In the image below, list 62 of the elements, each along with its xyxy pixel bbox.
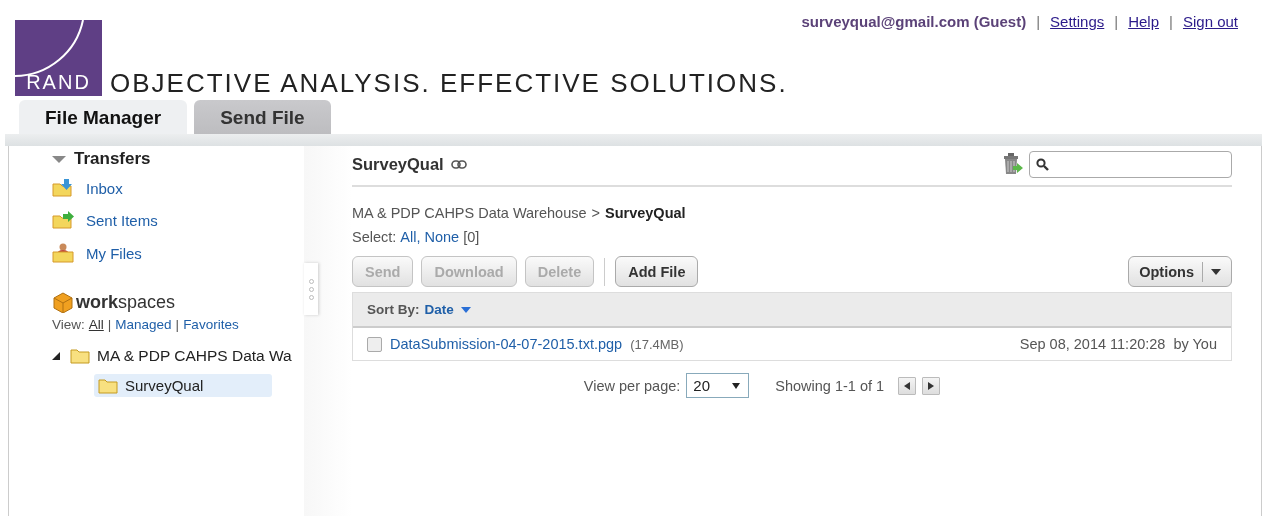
sort-label: Sort By: [367,302,420,317]
tree-item[interactable]: SurveyQual [94,374,272,397]
file-name-link[interactable]: DataSubmission-04-07-2015.txt.pgp [390,336,623,352]
left-triangle-icon [904,381,911,390]
workspaces-title: workspaces [76,291,176,313]
next-page-button[interactable] [922,376,941,395]
header-link[interactable]: Help [1128,13,1160,35]
options-button[interactable]: Options [1128,256,1232,287]
sidebar-item[interactable]: Inbox [52,179,304,197]
link-separator: | [1114,13,1119,32]
link-separator: | [1036,13,1041,32]
expand-arrow-icon[interactable] [52,352,60,360]
page-status: Showing 1-1 of 1 [775,377,885,394]
logo: RAND [15,20,102,96]
header-link[interactable]: Sign out [1182,13,1238,35]
account-label: surveyqual@gmail.com (Guest) [801,13,1027,32]
link-separator: | [1169,13,1173,32]
link-separator: | [175,317,180,332]
selected-count: [0] [463,229,480,245]
folder-title: SurveyQual [352,154,444,174]
folder-icon [98,377,118,394]
checkbox[interactable] [367,336,382,352]
breadcrumb-link[interactable]: MA & PDP CAHPS Data Warehouse [352,205,587,221]
right-triangle-icon [928,381,935,390]
tab[interactable]: File Manager [19,100,188,134]
resize-handle[interactable] [304,263,318,315]
view-filter-link[interactable]: Managed [115,317,172,332]
per-page-label: View per page: [583,377,681,394]
breadcrumb-separator: > [591,205,600,221]
tagline: OBJECTIVE ANALYSIS. EFFECTIVE SOLUTIONS. [110,70,788,96]
file-size: (17.4MB) [630,336,684,352]
select-none-link[interactable]: None [424,229,460,245]
view-filter-link[interactable]: Favorites [183,317,239,332]
sidebar-item[interactable]: Sent Items [52,211,304,229]
box-icon [52,291,74,313]
link-icon[interactable] [450,159,467,169]
view-filter-link[interactable]: All [88,317,104,332]
search-field[interactable] [1029,150,1232,178]
select-all-link[interactable]: All, [400,229,421,245]
folder-icon [70,348,90,364]
collapse-arrow-icon[interactable] [52,155,66,163]
sent-folder-icon [52,211,74,229]
file-owner: by You [1173,336,1217,352]
sidebar-item[interactable]: My Files [52,243,304,263]
link-separator: | [107,317,112,332]
search-icon [1036,157,1049,171]
sort-link[interactable]: Date [424,302,471,317]
view-label: View: [52,317,85,332]
per-page-dropdown[interactable]: 20 [686,373,750,398]
user-folder-icon [52,243,74,263]
toolbar-button[interactable]: Add File [615,256,699,287]
section-title: Transfers [74,149,151,169]
trash-icon[interactable] [1003,153,1023,175]
inbox-folder-icon [52,179,74,197]
header-link[interactable]: Settings [1050,13,1105,35]
previous-page-button[interactable] [898,376,917,395]
tree-item[interactable]: MA & PDP CAHPS Data Wa [66,344,296,368]
tab[interactable]: Send File [194,100,331,134]
file-date: Sep 08, 2014 11:20:28 [1019,336,1166,352]
breadcrumb-current: SurveyQual [605,205,686,221]
select-label: Select: [352,229,397,245]
caret-icon [1211,268,1221,275]
